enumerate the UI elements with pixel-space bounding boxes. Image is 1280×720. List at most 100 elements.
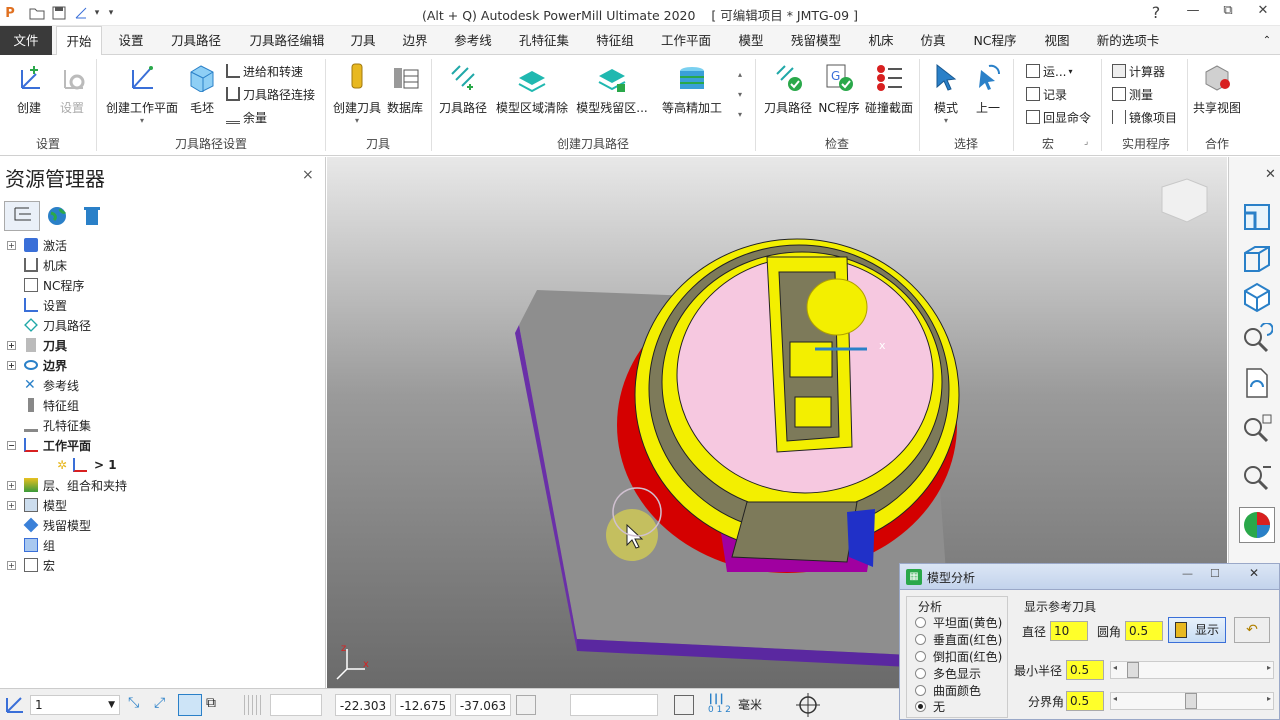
radio-surface-color[interactable]: 曲面颜色 <box>915 682 981 698</box>
grid-snap-icon[interactable] <box>178 694 202 716</box>
help-icon[interactable]: ? <box>1144 3 1168 23</box>
radio-vertical[interactable]: 垂直面(红色) <box>915 631 1002 647</box>
show-tool-button[interactable]: 显示 <box>1168 617 1226 643</box>
tree-item-setup[interactable]: 设置 <box>0 295 320 315</box>
tab-pattern[interactable]: 参考线 <box>448 26 498 55</box>
tab-file[interactable]: 文件 <box>0 26 52 55</box>
tab-model[interactable]: 模型 <box>732 26 770 55</box>
tab-toolpath-edit[interactable]: 刀具路径编辑 <box>244 26 330 55</box>
minimize-button[interactable]: — <box>1181 3 1205 23</box>
dialog-close-button[interactable]: ✕ <box>1236 566 1272 584</box>
create-tool-button[interactable]: 创建刀具 ▾ <box>330 61 384 125</box>
zoom-out-icon[interactable] <box>1241 461 1273 493</box>
tree-view-tab[interactable] <box>4 201 40 231</box>
isometric-view-icon[interactable] <box>1241 243 1273 275</box>
view-from-top-icon[interactable] <box>1241 201 1273 233</box>
tab-machine[interactable]: 机床 <box>862 26 900 55</box>
tree-item-machine[interactable]: 机床 <box>0 255 320 275</box>
expand-icon[interactable]: + <box>7 340 16 350</box>
tab-workplane[interactable]: 工作平面 <box>654 26 718 55</box>
dialog-maximize-button[interactable]: ☐ <box>1210 567 1220 580</box>
constant-z-button[interactable]: 等高精加工 <box>656 63 728 116</box>
check-nc-button[interactable]: G NC程序 <box>816 61 862 116</box>
mirror-button[interactable]: 镜像项目 <box>1112 107 1177 127</box>
zoom-refresh-icon[interactable] <box>1241 322 1274 355</box>
measure-button[interactable]: 测量 <box>1112 84 1153 104</box>
expand-icon[interactable]: + <box>7 480 16 490</box>
dialog-minimize-button[interactable]: — <box>1182 567 1193 580</box>
allowance-button[interactable]: 余量 <box>226 107 267 127</box>
calculator-button[interactable]: 计算器 <box>1112 61 1165 81</box>
corner-input[interactable]: 0.5 <box>1125 621 1163 641</box>
tree-item-hole-features[interactable]: 孔特征集 <box>0 415 320 435</box>
collapse-icon[interactable]: − <box>7 440 16 450</box>
tab-feature-group[interactable]: 特征组 <box>590 26 640 55</box>
model-area-clear-button[interactable]: 模型区域清除 <box>494 63 570 116</box>
expand-icon[interactable]: + <box>7 500 16 510</box>
tree-item-workplane-1[interactable]: ✲ > 1 <box>0 455 320 475</box>
model-rest-button[interactable]: 模型残留区... <box>574 63 650 116</box>
globe-icon[interactable] <box>46 205 68 227</box>
orient-icon[interactable]: ⤢ <box>154 695 174 715</box>
layer-icon[interactable]: ⧉ <box>206 695 226 715</box>
boundary-angle-slider[interactable]: ◂ ▸ <box>1110 692 1274 710</box>
tab-stock-model[interactable]: 残留模型 <box>784 26 848 55</box>
restore-button[interactable]: ⧉ <box>1216 3 1240 23</box>
database-button[interactable]: 数据库 <box>384 61 426 116</box>
tab-nc-program[interactable]: NC程序 <box>966 26 1024 55</box>
slider-thumb[interactable] <box>1127 662 1139 678</box>
expand-icon[interactable]: + <box>7 240 16 250</box>
copy-coords-icon[interactable] <box>516 695 536 715</box>
radio-none[interactable]: 无 <box>915 698 945 714</box>
grid-icon[interactable] <box>244 695 264 715</box>
tab-boundary[interactable]: 边界 <box>396 26 434 55</box>
boundary-angle-input[interactable]: 0.5 <box>1066 691 1104 711</box>
tree-item-levels[interactable]: + 层、组合和夹持 <box>0 475 320 495</box>
view-toolbar-close-button[interactable]: ✕ <box>1265 167 1276 182</box>
tab-toolpath[interactable]: 刀具路径 <box>164 26 228 55</box>
diameter-input[interactable]: 10 <box>1050 621 1088 641</box>
tab-tool[interactable]: 刀具 <box>344 26 382 55</box>
tree-item-groups[interactable]: 组 <box>0 535 320 555</box>
min-radius-slider[interactable]: ◂ ▸ <box>1110 661 1274 679</box>
slider-thumb[interactable] <box>1185 693 1197 709</box>
blank-button[interactable]: 毛坯 <box>182 61 222 116</box>
tab-view[interactable]: 视图 <box>1038 26 1076 55</box>
grid-value-field[interactable] <box>270 694 322 716</box>
mode-button[interactable]: 模式 ▾ <box>926 61 966 125</box>
echo-command-button[interactable]: 回显命令 <box>1026 107 1091 127</box>
crosshair-icon[interactable] <box>796 693 820 717</box>
zoom-fit-icon[interactable] <box>1241 413 1273 445</box>
tree-item-feature-groups[interactable]: 特征组 <box>0 395 320 415</box>
tab-hole-feature[interactable]: 孔特征集 <box>512 26 576 55</box>
refresh-page-icon[interactable] <box>1241 367 1273 399</box>
record-macro-button[interactable]: 记录 <box>1026 84 1067 104</box>
tree-item-patterns[interactable]: ✕ 参考线 <box>0 375 320 395</box>
settings-button[interactable]: 设置 <box>52 61 92 116</box>
undo-icon[interactable]: ↶ <box>1234 617 1270 643</box>
tab-simulation[interactable]: 仿真 <box>914 26 952 55</box>
recycle-bin-icon[interactable] <box>82 205 102 227</box>
shaded-view-icon[interactable] <box>1241 281 1273 313</box>
model-analysis-icon[interactable] <box>1239 507 1275 543</box>
run-macro-button[interactable]: 运... ▾ <box>1026 61 1072 81</box>
calculator-status-icon[interactable] <box>674 695 694 715</box>
tab-settings[interactable]: 设置 <box>110 26 152 55</box>
tree-item-models[interactable]: + 模型 <box>0 495 320 515</box>
tab-home[interactable]: 开始 <box>56 26 102 56</box>
toolpaths-button[interactable]: 刀具路径 <box>436 61 490 116</box>
collapse-ribbon-icon[interactable]: ⌃ <box>1260 26 1274 55</box>
min-radius-input[interactable]: 0.5 <box>1066 660 1104 680</box>
radio-flat[interactable]: 平坦面(黄色) <box>915 614 1002 630</box>
check-toolpath-button[interactable]: 刀具路径 <box>760 61 816 116</box>
tree-item-toolpaths[interactable]: 刀具路径 <box>0 315 320 335</box>
snap-icon[interactable]: ⤡ <box>128 695 148 715</box>
workplane-select[interactable]: 1 ▼ <box>30 695 120 715</box>
tab-new[interactable]: 新的选项卡 <box>1090 26 1166 55</box>
feed-rate-button[interactable]: 进给和转速 <box>226 61 303 81</box>
create-workplane-button[interactable]: 创建工作平面 ▾ <box>104 61 180 125</box>
expand-icon[interactable]: + <box>7 560 16 570</box>
tree-item-stock-models[interactable]: 残留模型 <box>0 515 320 535</box>
tree-item-macros[interactable]: + 宏 <box>0 555 320 575</box>
expand-icon[interactable]: + <box>7 360 16 370</box>
